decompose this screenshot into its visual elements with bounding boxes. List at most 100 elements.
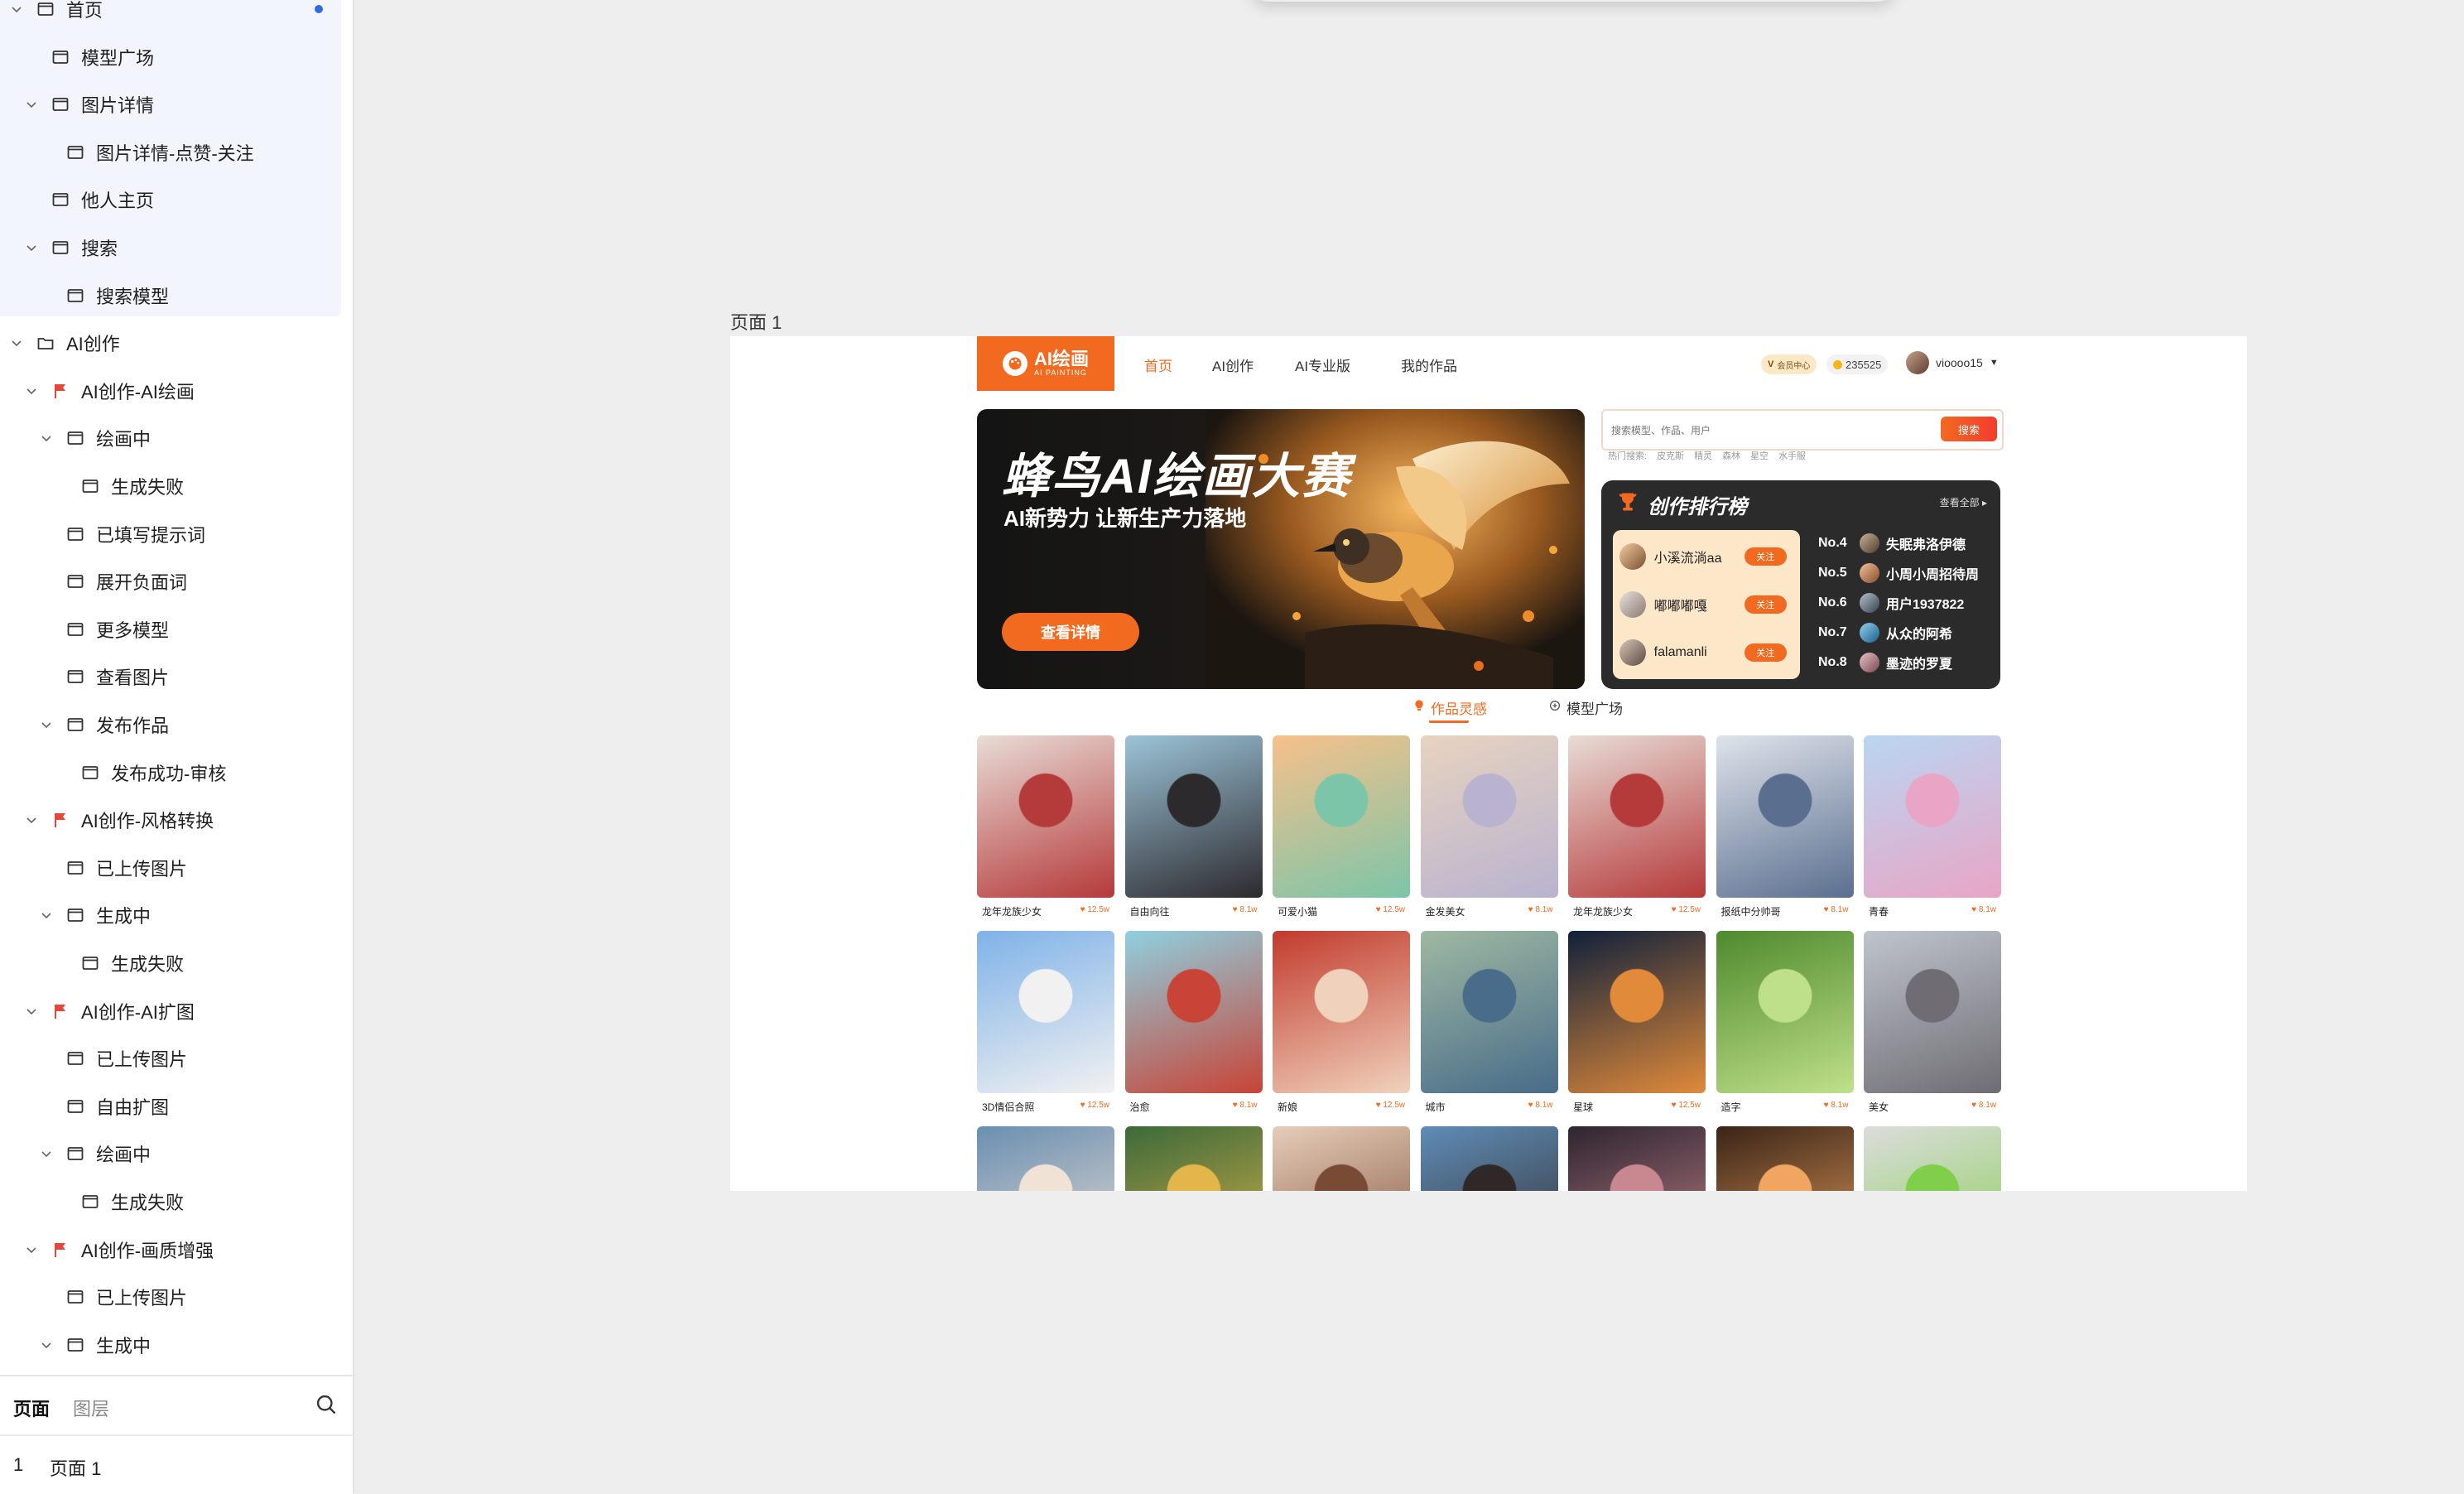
like-count[interactable]: ♥ 12.5w: [1376, 1101, 1405, 1110]
chevron-down-icon[interactable]: [23, 383, 40, 399]
like-count[interactable]: ♥ 12.5w: [1672, 1101, 1701, 1110]
artwork-card[interactable]: [1568, 1126, 1706, 1191]
chevron-down-icon[interactable]: [23, 96, 40, 113]
contest-banner[interactable]: 蜂鸟AI绘画大赛 AI新势力 让新生产力落地 查看详情: [977, 409, 1585, 689]
chevron-down-icon[interactable]: [38, 1337, 55, 1353]
ranking-row[interactable]: 嘟嘟嘟嘎 关注: [1619, 590, 1795, 619]
user-menu[interactable]: vioooo15 ▼: [1906, 351, 1999, 374]
tree-item[interactable]: 已填写提示词: [0, 510, 341, 558]
tree-item[interactable]: 已上传图片: [0, 844, 341, 892]
tab-model-plaza[interactable]: 模型广场: [1548, 697, 1623, 718]
artwork-card[interactable]: 龙年龙族少女 ♥ 12.5w: [1568, 735, 1706, 924]
artwork-card[interactable]: 自由向往 ♥ 8.1w: [1124, 735, 1263, 924]
tree-item[interactable]: 首页: [0, 0, 341, 33]
chevron-down-icon[interactable]: [38, 716, 55, 733]
tree-item[interactable]: 展开负面词: [0, 557, 341, 605]
tree-item[interactable]: 更多模型: [0, 605, 341, 653]
artwork-card[interactable]: 新娘 ♥ 12.5w: [1273, 931, 1410, 1120]
ranking-row[interactable]: No.5 小周小周招待周: [1818, 561, 1992, 585]
tree-item[interactable]: 图片详情-点赞-关注: [0, 128, 341, 176]
follow-button[interactable]: 关注: [1744, 643, 1787, 662]
tree-item[interactable]: AI创作: [0, 319, 341, 367]
chevron-down-icon[interactable]: [23, 1003, 40, 1019]
ranking-row[interactable]: No.4 失眠弗洛伊德: [1818, 532, 1992, 555]
like-count[interactable]: ♥ 8.1w: [1233, 905, 1258, 914]
page-list-item[interactable]: 1 页面 1: [0, 1454, 353, 1487]
chevron-down-icon[interactable]: [23, 1241, 40, 1258]
tree-item[interactable]: 搜索模型: [0, 272, 341, 320]
artwork-card[interactable]: 龙年龙族少女 ♥ 12.5w: [977, 735, 1114, 924]
artwork-card[interactable]: [1864, 1126, 2001, 1191]
hot-search-term[interactable]: 森林: [1722, 449, 1740, 462]
tree-item[interactable]: 发布作品: [0, 701, 341, 749]
tree-item[interactable]: 生成失败: [0, 1178, 341, 1226]
chevron-down-icon[interactable]: [8, 1, 25, 17]
tree-item[interactable]: AI创作-风格转换: [0, 796, 341, 844]
artwork-card[interactable]: 美女 ♥ 8.1w: [1864, 931, 2001, 1120]
tree-item[interactable]: 模型广场: [0, 33, 341, 81]
hot-search-term[interactable]: 星空: [1750, 449, 1769, 462]
like-count[interactable]: ♥ 12.5w: [1672, 905, 1701, 914]
site-logo[interactable]: AI绘画 AI PAINTING: [977, 336, 1114, 391]
follow-button[interactable]: 关注: [1744, 595, 1787, 614]
chevron-down-icon[interactable]: [38, 907, 55, 923]
tab-layers[interactable]: 图层: [73, 1395, 109, 1421]
like-count[interactable]: ♥ 8.1w: [1528, 905, 1553, 914]
tree-item[interactable]: 已上传图片: [0, 1034, 341, 1082]
nav-my-works[interactable]: 我的作品: [1401, 354, 1457, 375]
artwork-card[interactable]: [977, 1126, 1114, 1191]
hot-search-term[interactable]: 水手服: [1778, 449, 1806, 462]
ranking-row[interactable]: No.6 用户1937822: [1818, 591, 1992, 614]
ranking-row[interactable]: 小溪流淌aa 关注: [1619, 542, 1795, 571]
like-count[interactable]: ♥ 8.1w: [1824, 1101, 1849, 1110]
ranking-row[interactable]: No.7 从众的阿希: [1818, 621, 1992, 644]
chevron-down-icon[interactable]: [38, 430, 55, 446]
like-count[interactable]: ♥ 8.1w: [1528, 1101, 1553, 1110]
artwork-card[interactable]: 城市 ♥ 8.1w: [1420, 931, 1558, 1120]
like-count[interactable]: ♥ 8.1w: [1971, 1101, 1996, 1110]
tab-pages[interactable]: 页面: [13, 1395, 50, 1421]
follow-button[interactable]: 关注: [1744, 547, 1787, 566]
tree-item[interactable]: 生成失败: [0, 939, 341, 987]
artwork-card[interactable]: [1716, 1126, 1854, 1191]
ranking-row[interactable]: falamanli 关注: [1619, 638, 1795, 667]
artwork-card[interactable]: 3D情侣合照 ♥ 12.5w: [977, 931, 1114, 1120]
like-count[interactable]: ♥ 8.1w: [1824, 905, 1849, 914]
artwork-card[interactable]: 可爱小猫 ♥ 12.5w: [1273, 735, 1410, 924]
ranking-row[interactable]: No.8 墨迹的罗夏: [1818, 651, 1992, 674]
tree-item[interactable]: 他人主页: [0, 176, 341, 224]
like-count[interactable]: ♥ 12.5w: [1080, 1101, 1109, 1110]
like-count[interactable]: ♥ 8.1w: [1971, 905, 1996, 914]
artwork-card[interactable]: 治愈 ♥ 8.1w: [1124, 931, 1263, 1120]
tree-item[interactable]: 搜索: [0, 224, 341, 272]
chevron-down-icon[interactable]: [23, 812, 40, 828]
search-icon[interactable]: [315, 1393, 339, 1418]
nav-home[interactable]: 首页: [1144, 354, 1172, 375]
tree-item[interactable]: AI创作-AI扩图: [0, 987, 341, 1035]
tree-item[interactable]: 绘画中: [0, 1130, 341, 1178]
artwork-card[interactable]: 报纸中分帅哥 ♥ 8.1w: [1716, 735, 1854, 924]
nav-ai-create[interactable]: AI创作: [1212, 354, 1254, 375]
artwork-card[interactable]: 青春 ♥ 8.1w: [1864, 735, 2001, 924]
artwork-card[interactable]: 造字 ♥ 8.1w: [1716, 931, 1854, 1120]
artwork-card[interactable]: 星球 ♥ 12.5w: [1568, 931, 1706, 1120]
tree-item[interactable]: 生成中: [0, 1321, 341, 1369]
chevron-down-icon[interactable]: [8, 335, 25, 351]
tree-item[interactable]: 发布成功-审核: [0, 749, 341, 797]
tree-item[interactable]: 已上传图片: [0, 1273, 341, 1321]
artboard-frame[interactable]: AI绘画 AI PAINTING 首页 AI创作 AI专业版 我的作品 V 会员…: [730, 336, 2247, 1191]
search-input[interactable]: [1610, 411, 1927, 451]
tree-item[interactable]: 生成失败: [0, 462, 341, 510]
artwork-card[interactable]: [1420, 1126, 1558, 1191]
nav-ai-pro[interactable]: AI专业版: [1295, 354, 1350, 375]
tree-item[interactable]: AI创作-AI绘画: [0, 367, 341, 415]
artwork-card[interactable]: [1124, 1126, 1263, 1191]
chevron-down-icon[interactable]: [23, 239, 40, 256]
like-count[interactable]: ♥ 12.5w: [1080, 905, 1109, 914]
hot-search-term[interactable]: 皮克斯: [1657, 449, 1684, 462]
view-details-button[interactable]: 查看详情: [1002, 613, 1139, 651]
coin-balance[interactable]: 235525: [1826, 354, 1889, 374]
tree-item[interactable]: AI创作-画质增强: [0, 1226, 341, 1274]
view-all-link[interactable]: 查看全部 ▸: [1940, 495, 1987, 509]
tree-item[interactable]: 图片详情: [0, 80, 341, 128]
